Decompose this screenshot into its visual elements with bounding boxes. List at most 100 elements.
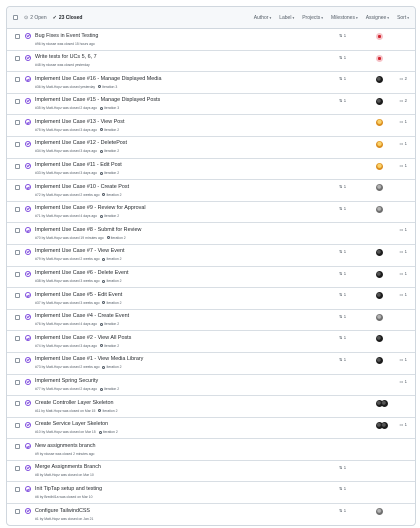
milestones-filter[interactable]: Milestones▾ [331,15,358,21]
issue-checkbox[interactable] [15,141,20,147]
comments-indicator[interactable]: ▭ 1 [400,141,407,146]
issue-row[interactable]: Write tests for UCs 5, 6, 7 #48 by rdusse… [7,51,415,73]
issue-title-link[interactable]: Write tests for UCs 5, 6, 7 [35,54,97,60]
linked-pr-indicator[interactable]: ⇅ 1 [339,314,346,319]
milestone-link[interactable]: Iteration 3 [100,106,119,110]
issue-checkbox[interactable] [15,77,20,83]
issue-title-link[interactable]: Implement Use Case #11 - Edit Post [35,162,122,168]
issue-row[interactable]: Implement Use Case #15 - Manage Displaye… [7,94,415,116]
issue-checkbox[interactable] [15,120,20,126]
linked-pr-indicator[interactable]: ⇅ 1 [339,292,346,297]
milestone-link[interactable]: Iteration 2 [98,409,118,413]
milestone-link[interactable]: Iteration 2 [98,430,118,434]
comments-indicator[interactable]: ▭ 2 [400,76,407,81]
issue-row[interactable]: Implement Use Case #2 - View All Posts #7… [7,331,415,353]
avatar[interactable] [376,313,383,321]
issue-title-link[interactable]: Implement Use Case #16 - Manage Displaye… [35,76,161,82]
avatar[interactable] [376,335,383,343]
issue-row[interactable]: Bug Fixes in Event Testing #96 by rdusse … [7,29,415,51]
issue-title-link[interactable]: Implement Use Case #1 - View Media Libra… [35,356,143,362]
comments-indicator[interactable]: ▭ 1 [400,249,407,254]
milestone-link[interactable]: Iteration 2 [106,236,126,240]
avatar[interactable] [376,33,383,40]
milestone-link[interactable]: Iteration 2 [102,365,122,369]
issue-title-link[interactable]: Implement Use Case #5 - Edit Event [35,292,122,298]
comments-indicator[interactable]: ▭ 1 [400,163,407,168]
comments-indicator[interactable]: ▭ 1 [400,379,407,384]
avatar[interactable] [376,356,383,364]
issue-title-link[interactable]: Implement Use Case #12 - DeletePost [35,140,127,146]
milestone-link[interactable]: Iteration 2 [102,301,122,305]
issue-row[interactable]: Implement Use Case #12 - DeletePost #34 b… [7,137,415,159]
milestone-link[interactable]: Iteration 2 [102,193,122,197]
comments-indicator[interactable]: ▭ 1 [400,292,407,297]
avatar[interactable] [381,400,388,408]
avatar[interactable] [376,54,383,62]
issue-title-link[interactable]: Implement Use Case #6 - Delete Event [35,270,128,276]
milestone-link[interactable]: Iteration 2 [100,387,119,391]
issue-title-link[interactable]: Implement Spring Security [35,378,98,384]
comments-indicator[interactable]: ▭ 1 [400,227,407,232]
linked-pr-indicator[interactable]: ⇅ 1 [339,486,346,491]
issue-checkbox[interactable] [15,293,20,299]
comments-indicator[interactable]: ▭ 1 [400,357,407,362]
milestone-link[interactable]: Iteration 2 [100,344,119,348]
comments-indicator[interactable]: ▭ 2 [400,98,407,103]
milestone-link[interactable]: Iteration 2 [100,149,119,153]
milestone-link[interactable]: Iteration 2 [102,279,122,283]
milestone-link[interactable]: Iteration 2 [100,322,119,326]
issue-checkbox[interactable] [15,465,20,471]
linked-pr-indicator[interactable]: ⇅ 1 [339,33,346,38]
comments-indicator[interactable]: ▭ 1 [400,119,407,124]
linked-pr-indicator[interactable]: ⇅ 1 [339,508,346,513]
issue-title-link[interactable]: Implement Use Case #9 - Review for Appro… [35,205,146,211]
issue-row[interactable]: Implement Use Case #8 - Submit for Revie… [7,223,415,245]
issue-row[interactable]: Implement Use Case #1 - View Media Libra… [7,353,415,375]
milestone-link[interactable]: Iteration 2 [100,214,119,218]
issue-row[interactable]: Implement Spring Security #77 by Matt-Hop… [7,375,415,397]
issue-title-link[interactable]: Implement Use Case #10 - Create Post [35,184,129,190]
issue-checkbox[interactable] [15,336,20,342]
avatar[interactable] [381,421,388,429]
avatar[interactable] [376,76,383,84]
issue-checkbox[interactable] [15,228,20,234]
linked-pr-indicator[interactable]: ⇅ 1 [339,184,346,189]
comments-indicator[interactable]: ▭ 1 [400,271,407,276]
issue-title-link[interactable]: Implement Use Case #8 - Submit for Revie… [35,227,141,233]
issue-title-link[interactable]: Create Controller Layer Skeleton [35,400,114,406]
issue-checkbox[interactable] [15,34,20,39]
issue-title-link[interactable]: Create Service Layer Skeleton [35,421,108,427]
issue-checkbox[interactable] [15,271,20,277]
projects-filter[interactable]: Projects▾ [302,15,323,21]
issue-row[interactable]: Implement Use Case #6 - Delete Event #38 … [7,267,415,289]
linked-pr-indicator[interactable]: ⇅ 1 [339,98,346,103]
issue-checkbox[interactable] [15,487,20,493]
issue-title-link[interactable]: Implement Use Case #13 - View Post [35,119,125,125]
linked-pr-indicator[interactable]: ⇅ 1 [339,271,346,276]
issue-title-link[interactable]: Merge Assignments Branch [35,464,101,470]
milestone-link[interactable]: Iteration 2 [102,257,122,261]
author-filter[interactable]: Author▾ [254,15,272,21]
issue-title-link[interactable]: Implement Use Case #4 - Create Event [35,313,129,319]
issue-checkbox[interactable] [15,206,20,212]
avatar[interactable] [376,119,383,127]
issue-row[interactable]: Implement Use Case #13 - View Post #75 by… [7,115,415,137]
milestone-link[interactable]: Iteration 2 [100,128,119,132]
linked-pr-indicator[interactable]: ⇅ 1 [339,465,346,470]
issue-checkbox[interactable] [15,422,20,428]
issue-row[interactable]: New assignments branch #9 by rdusse was c… [7,439,415,461]
issue-row[interactable]: Create Controller Layer Skeleton #11 by M… [7,396,415,418]
issue-checkbox[interactable] [15,314,20,320]
issue-row[interactable]: Implement Use Case #7 - View Event #79 by… [7,245,415,267]
avatar[interactable] [376,270,383,278]
linked-pr-indicator[interactable]: ⇅ 1 [339,76,346,81]
issue-row[interactable]: Init TipTap setup and testing #6 by Bredh… [7,482,415,505]
assignee-filter[interactable]: Assignee▾ [366,15,389,21]
issue-row[interactable]: Implement Use Case #16 - Manage Displaye… [7,72,415,94]
milestone-link[interactable]: Iteration 2 [100,171,119,175]
linked-pr-indicator[interactable]: ⇅ 1 [339,249,346,254]
issue-checkbox[interactable] [15,444,20,450]
issue-row[interactable]: Implement Use Case #11 - Edit Post #33 by… [7,159,415,181]
issue-checkbox[interactable] [15,55,20,61]
select-all-checkbox[interactable] [13,15,18,20]
